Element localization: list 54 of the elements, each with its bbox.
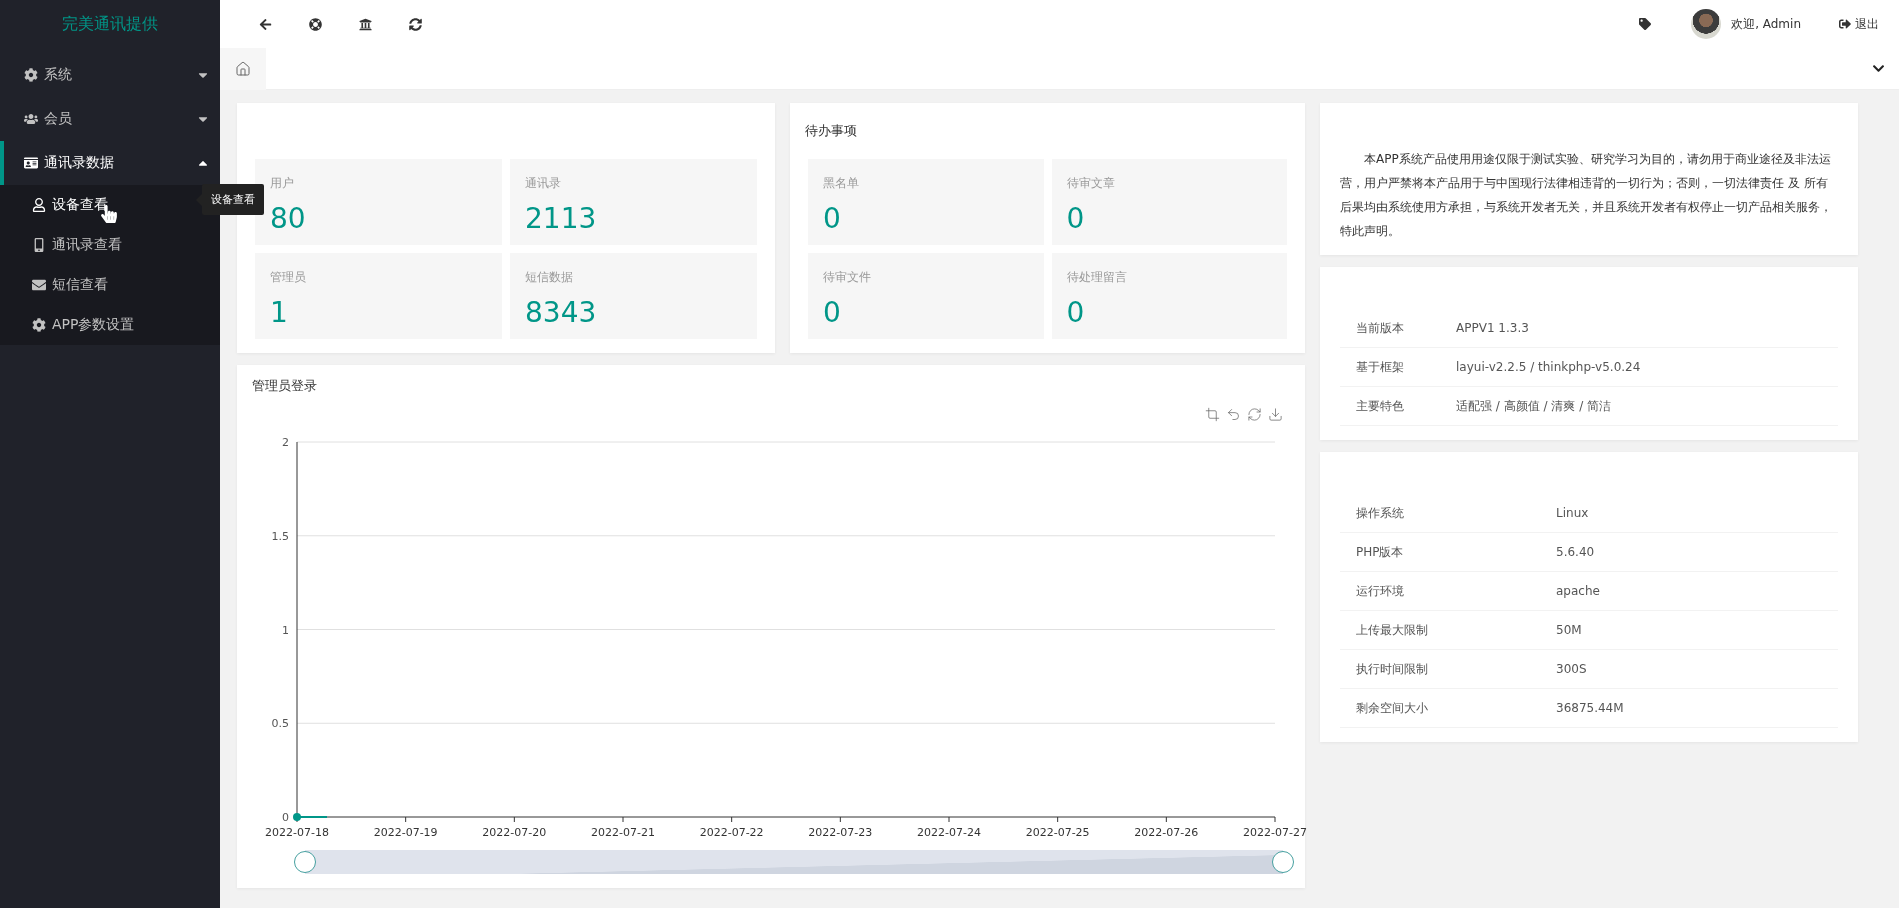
table-cell-text: 当前版本 bbox=[1355, 319, 1405, 337]
y-tick-label: 1.5 bbox=[271, 529, 289, 543]
x-tick-label: 2022-07-22 bbox=[699, 826, 764, 839]
stat-value: 0 bbox=[1066, 296, 1086, 329]
table-cell-text: 剩余空间大小 bbox=[1355, 699, 1429, 717]
y-tick-label: 1 bbox=[282, 623, 289, 637]
y-tick-label: 2 bbox=[282, 436, 289, 449]
table-cell-text: 基于框架 bbox=[1355, 358, 1405, 376]
stat-value: 0 bbox=[823, 202, 842, 235]
stat-label: 待处理留言 bbox=[1066, 269, 1128, 286]
y-tick-label: 0.5 bbox=[271, 717, 289, 731]
notice-text: 本APP系统产品使用用途仅限于测试实验、研究学习为目的，请勿用于商业途径及非法运营，用户严禁将本产品用于与中国现行法律相违背的一切行为；否则，一切法律责任 及 所有后果均由系统使用方承担，与系统开发者无关，并且系统开发者有权停止一切产品相关服务，特此声明。 bbox=[1339, 151, 1833, 240]
x-tick-label: 2022-07-20 bbox=[482, 826, 547, 839]
table-cell-text: 操作系统 bbox=[1355, 504, 1405, 522]
table-cell-text: 上传最大限制 bbox=[1355, 621, 1429, 639]
table-cell-text: PHP版本 bbox=[1355, 543, 1405, 561]
stat-label: 黑名单 bbox=[823, 175, 860, 192]
stat-label: 通讯录 bbox=[525, 175, 562, 192]
stat-label: 待审文章 bbox=[1066, 175, 1116, 192]
stat-label: 短信数据 bbox=[525, 269, 574, 286]
stat-label: 待审文件 bbox=[823, 269, 872, 286]
stat-value: 0 bbox=[823, 296, 842, 329]
x-tick-label: 2022-07-23 bbox=[808, 826, 873, 839]
table-cell-text: APPV1 1.3.3 bbox=[1455, 321, 1530, 335]
table-cell-text: 执行时间限制 bbox=[1355, 660, 1429, 678]
table-cell-text: apache bbox=[1555, 584, 1601, 598]
stat-value: 0 bbox=[1066, 202, 1086, 235]
table-cell-text: Linux bbox=[1555, 506, 1590, 520]
table-cell-text: 5.6.40 bbox=[1555, 545, 1596, 559]
table-cell-text: 运行环境 bbox=[1355, 582, 1405, 600]
x-tick-label: 2022-07-18 bbox=[265, 826, 329, 839]
x-tick-label: 2022-07-27 bbox=[1243, 826, 1307, 839]
logo-text: 完美通讯提供 bbox=[61, 12, 159, 35]
table-cell-text: layui-v2.2.5 / thinkphp-v5.0.24 bbox=[1455, 360, 1642, 374]
x-tick-label: 2022-07-25 bbox=[1025, 826, 1090, 839]
stat-value: 8343 bbox=[525, 296, 598, 329]
table-cell-text: 主要特色 bbox=[1355, 397, 1405, 415]
x-tick-label: 2022-07-26 bbox=[1134, 826, 1199, 839]
card-title: 待办事项 bbox=[804, 122, 858, 140]
stat-label: 管理员 bbox=[270, 269, 307, 286]
card-title: 管理员登录 bbox=[251, 377, 318, 395]
stat-value: 80 bbox=[270, 202, 307, 235]
x-tick-label: 2022-07-24 bbox=[917, 826, 981, 839]
x-tick-label: 2022-07-21 bbox=[591, 826, 655, 839]
table-cell-text: 300S bbox=[1555, 662, 1588, 676]
x-tick-label: 2022-07-19 bbox=[373, 826, 438, 839]
table-cell-text: 36875.44M bbox=[1555, 701, 1625, 715]
stat-value: 2113 bbox=[525, 202, 598, 235]
table-cell-text: 50M bbox=[1555, 623, 1583, 637]
table-cell-text: 适配强 / 高颜值 / 清爽 / 简洁 bbox=[1455, 397, 1612, 415]
y-tick-label: 0 bbox=[282, 811, 289, 824]
tooltip: 设备查看 bbox=[202, 184, 264, 215]
stat-value: 1 bbox=[270, 296, 289, 329]
stat-label: 用户 bbox=[270, 175, 295, 192]
